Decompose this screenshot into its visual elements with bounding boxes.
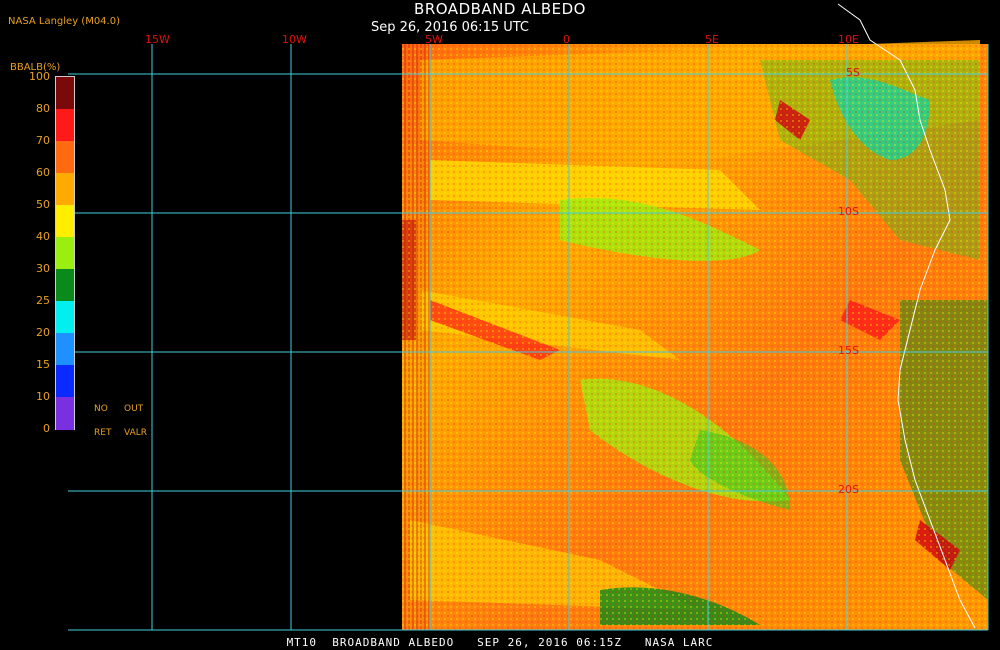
lon-label-10e: 10E bbox=[838, 33, 859, 46]
colorbar-cell bbox=[56, 397, 74, 430]
colorbar-tick-label: 60 bbox=[36, 166, 50, 179]
lat-label-5s: 5S bbox=[846, 66, 860, 79]
colorbar-tick-label: 50 bbox=[36, 198, 50, 211]
map-datetime: Sep 26, 2016 06:15 UTC bbox=[370, 20, 530, 35]
colorbar-cell bbox=[56, 237, 74, 270]
colorbar-cell bbox=[56, 141, 74, 174]
colorbar-tick-label: 10 bbox=[36, 390, 50, 403]
footer-caption: MT10 BROADBAND ALBEDO SEP 26, 2016 06:15… bbox=[286, 636, 714, 649]
colorbar-cell bbox=[56, 365, 74, 398]
colorbar-cell bbox=[56, 269, 74, 302]
no-label: NO bbox=[94, 404, 108, 414]
out-label: OUT bbox=[124, 404, 144, 414]
colorbar-cell bbox=[56, 333, 74, 366]
ret-label: RET bbox=[94, 428, 112, 438]
colorbar-tick-label: 100 bbox=[29, 70, 50, 83]
colorbar-cell bbox=[56, 205, 74, 238]
colorbar-tick-label: 40 bbox=[36, 230, 50, 243]
colorbar-tick-label: 15 bbox=[36, 358, 50, 371]
lat-label-20s: 20S bbox=[838, 483, 859, 496]
lon-label-5w: 5W bbox=[425, 33, 443, 46]
lon-label-15w: 15W bbox=[145, 33, 170, 46]
lon-label-10w: 10W bbox=[282, 33, 307, 46]
colorbar-tick-label: 70 bbox=[36, 134, 50, 147]
graticule bbox=[68, 44, 989, 631]
colorbar-tick-label: 25 bbox=[36, 294, 50, 307]
colorbar-cell bbox=[56, 77, 74, 110]
colorbar-cell bbox=[56, 109, 74, 142]
colorbar-tick-label: 80 bbox=[36, 102, 50, 115]
colorbar-cell bbox=[56, 173, 74, 206]
lat-label-10s: 10S bbox=[838, 205, 859, 218]
colorbar-tick-label: 30 bbox=[36, 262, 50, 275]
valr-label: VALR bbox=[124, 428, 148, 438]
lon-label-0: 0 bbox=[563, 33, 570, 46]
lon-label-5e: 5E bbox=[705, 33, 719, 46]
colorbar-tick-label: 20 bbox=[36, 326, 50, 339]
colorbar-tick-label: 0 bbox=[43, 422, 50, 435]
lat-label-15s: 15S bbox=[838, 344, 859, 357]
colorbar-cell bbox=[56, 301, 74, 334]
map-title: BROADBAND ALBEDO bbox=[414, 0, 586, 18]
